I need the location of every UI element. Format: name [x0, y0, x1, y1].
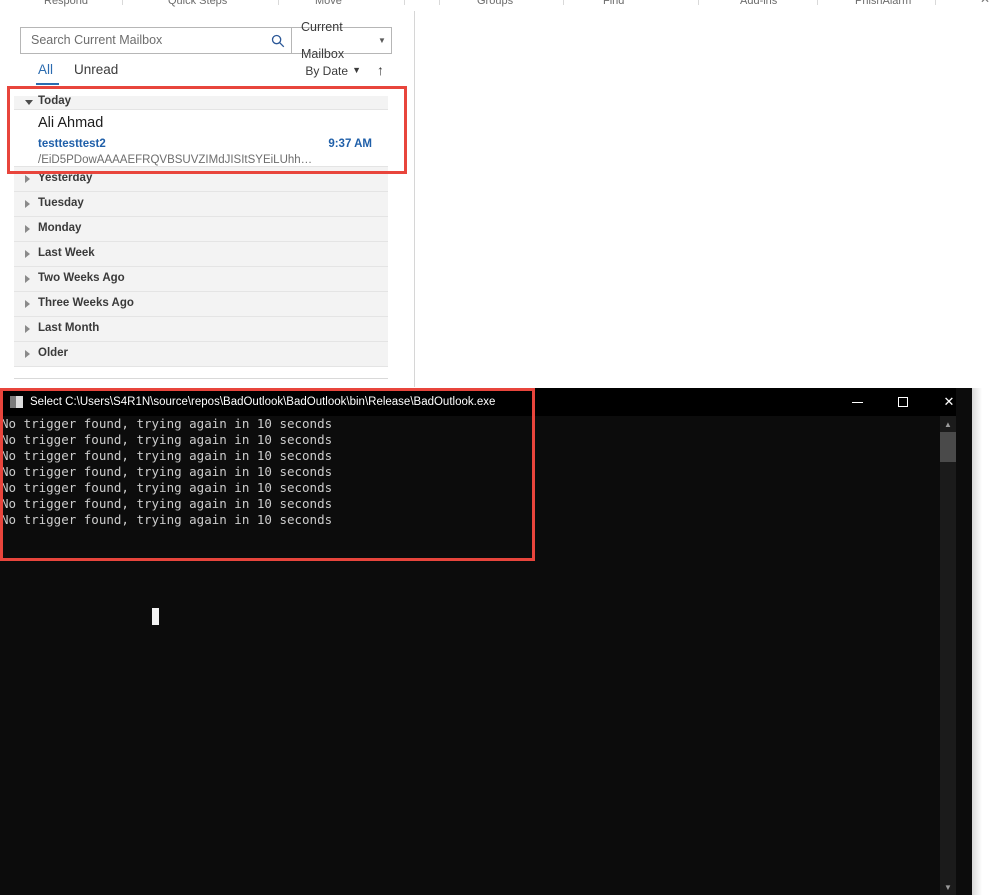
ribbon-separator	[439, 0, 440, 5]
ribbon-group-quick-steps[interactable]: Quick Steps	[168, 0, 227, 8]
sort-by-date-button[interactable]: By Date	[305, 64, 348, 78]
scroll-down-icon[interactable]: ▼	[940, 879, 956, 895]
ribbon-separator	[817, 0, 818, 5]
group-header-last-month[interactable]: Last Month	[14, 317, 388, 342]
search-input-placeholder: Search Current Mailbox	[21, 27, 265, 54]
reading-pane	[415, 11, 998, 387]
minimize-button[interactable]	[834, 388, 880, 416]
message-subject: testtesttest2	[38, 138, 106, 150]
ribbon-group-add-ins[interactable]: Add-ins	[740, 0, 777, 8]
filter-row: All Unread By Date ▼ ↑	[20, 61, 392, 89]
console-output-line: No trigger found, trying again in 10 sec…	[0, 416, 956, 432]
chevron-right-icon[interactable]	[25, 350, 30, 358]
chevron-right-icon[interactable]	[25, 325, 30, 333]
ribbon-separator	[563, 0, 564, 5]
search-icon[interactable]	[265, 34, 291, 48]
ribbon-separator	[404, 0, 405, 5]
group-header-last-week[interactable]: Last Week	[14, 242, 388, 267]
chevron-down-icon[interactable]: ▼	[352, 65, 361, 75]
ribbon-group-respond[interactable]: Respond	[44, 0, 88, 8]
group-header-tuesday[interactable]: Tuesday	[14, 192, 388, 217]
console-output-line: No trigger found, trying again in 10 sec…	[0, 480, 956, 496]
ribbon-separator	[698, 0, 699, 5]
chevron-right-icon[interactable]	[25, 275, 30, 283]
chevron-right-icon[interactable]	[25, 175, 30, 183]
group-header-yesterday[interactable]: Yesterday	[14, 167, 388, 192]
console-title-bar[interactable]: Select C:\Users\S4R1N\source\repos\BadOu…	[0, 388, 972, 416]
group-header-label: Three Weeks Ago	[38, 297, 134, 309]
console-right-edge	[956, 388, 972, 895]
group-header-today[interactable]: Today	[14, 96, 388, 110]
console-output-line: No trigger found, trying again in 10 sec…	[0, 464, 956, 480]
chevron-right-icon[interactable]	[25, 200, 30, 208]
group-header-label: Monday	[38, 222, 81, 234]
search-input[interactable]: Search Current Mailbox	[20, 27, 292, 54]
message-sender: Ali Ahmad	[38, 115, 103, 131]
group-header-label: Last Month	[38, 322, 99, 334]
console-output-line: No trigger found, trying again in 10 sec…	[0, 432, 956, 448]
group-header-label: Today	[38, 95, 71, 107]
tab-all-active-indicator	[36, 83, 59, 85]
group-header-label: Last Week	[38, 247, 95, 259]
group-header-label: Older	[38, 347, 68, 359]
search-row: Search Current Mailbox Current Mailbox ▼	[20, 27, 392, 54]
ribbon-groups: Respond Quick Steps Move Groups Find Add…	[0, 0, 998, 11]
tab-unread[interactable]: Unread	[74, 62, 118, 77]
console-output[interactable]: No trigger found, trying again in 10 sec…	[0, 416, 956, 895]
console-window: Select C:\Users\S4R1N\source\repos\BadOu…	[0, 388, 972, 895]
group-header-label: Tuesday	[38, 197, 84, 209]
scroll-up-icon[interactable]: ▲	[940, 416, 956, 432]
ribbon-separator	[122, 0, 123, 5]
mail-list-pane: Search Current Mailbox Current Mailbox ▼…	[0, 11, 414, 387]
console-app-icon	[10, 396, 23, 408]
chevron-down-icon[interactable]	[25, 100, 33, 105]
group-header-monday[interactable]: Monday	[14, 217, 388, 242]
message-list: Today Ali Ahmad testtesttest2 9:37 AM /E…	[14, 96, 388, 381]
console-scrollbar[interactable]: ▲ ▼	[940, 416, 956, 895]
message-preview: /EiD5PDowAAAAEFRQVBSUVZIMdJISItSYEiLUhh…	[38, 154, 312, 166]
chevron-right-icon[interactable]	[25, 300, 30, 308]
group-header-older[interactable]: Older	[14, 342, 388, 367]
close-icon[interactable]: ✕	[980, 0, 990, 5]
ribbon-separator	[935, 0, 936, 5]
ribbon-group-move[interactable]: Move	[315, 0, 342, 8]
tab-all[interactable]: All	[38, 62, 53, 77]
chevron-right-icon[interactable]	[25, 225, 30, 233]
ribbon-group-phishalarm[interactable]: PhishAlarm	[855, 0, 911, 8]
chevron-down-icon[interactable]: ▼	[373, 36, 391, 45]
scrollbar-thumb[interactable]	[940, 432, 956, 462]
message-list-item[interactable]: Ali Ahmad testtesttest2 9:37 AM /EiD5PDo…	[14, 110, 388, 167]
chevron-right-icon[interactable]	[25, 250, 30, 258]
page-right-gutter-shade	[972, 388, 982, 895]
message-list-bottom-border	[14, 378, 388, 379]
search-scope-dropdown[interactable]: Current Mailbox ▼	[292, 27, 392, 54]
console-title: Select C:\Users\S4R1N\source\repos\BadOu…	[30, 394, 495, 410]
group-header-three-weeks-ago[interactable]: Three Weeks Ago	[14, 292, 388, 317]
sort-direction-icon[interactable]: ↑	[377, 62, 384, 78]
console-output-line: No trigger found, trying again in 10 sec…	[0, 448, 956, 464]
console-output-line: No trigger found, trying again in 10 sec…	[0, 496, 956, 512]
maximize-button[interactable]	[880, 388, 926, 416]
console-text-cursor	[152, 608, 159, 625]
search-scope-label: Current Mailbox	[292, 14, 373, 68]
console-output-line: No trigger found, trying again in 10 sec…	[0, 512, 956, 528]
group-header-label: Yesterday	[38, 172, 92, 184]
ribbon-group-groups[interactable]: Groups	[477, 0, 513, 8]
group-header-label: Two Weeks Ago	[38, 272, 125, 284]
ribbon-separator	[278, 0, 279, 5]
ribbon-group-find[interactable]: Find	[603, 0, 624, 8]
pane-divider[interactable]	[414, 11, 415, 387]
message-time: 9:37 AM	[328, 138, 372, 150]
group-header-two-weeks-ago[interactable]: Two Weeks Ago	[14, 267, 388, 292]
